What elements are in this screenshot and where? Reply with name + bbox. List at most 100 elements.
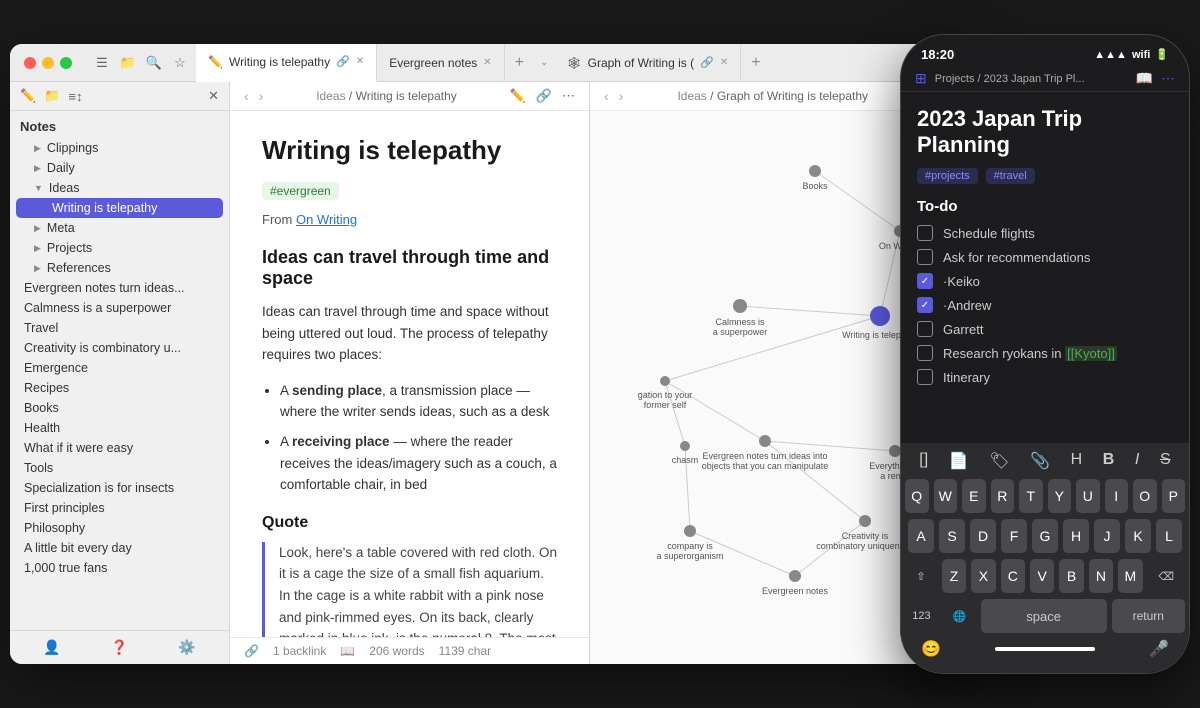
sidebar-help-icon[interactable]: ❓ [111, 639, 128, 656]
phone-todo-keiko[interactable]: ·Keiko [917, 273, 1173, 289]
sidebar-item-recipes[interactable]: Recipes [10, 378, 229, 398]
sidebar-item-travel[interactable]: Travel [10, 318, 229, 338]
phone-todo-itinerary[interactable]: Itinerary [917, 369, 1173, 385]
search-icon[interactable]: 🔍 [146, 55, 162, 71]
new-folder-icon[interactable]: 📁 [44, 88, 60, 104]
graph-node-evergreen-ideas[interactable]: Evergreen notes turn ideas intoobjects t… [702, 435, 829, 471]
key-u[interactable]: U [1076, 479, 1100, 513]
key-e[interactable]: E [962, 479, 986, 513]
tab-evergreen-notes[interactable]: Evergreen notes ✕ [377, 44, 504, 82]
phone-nav-grid-icon[interactable]: ⊞ [915, 70, 927, 87]
kb-toolbar-bold[interactable]: B [1097, 449, 1121, 473]
phone-todo-recommendations[interactable]: Ask for recommendations [917, 249, 1173, 265]
sidebar-item-emergence[interactable]: Emergence [10, 358, 229, 378]
note-forward-button[interactable]: › [259, 88, 264, 104]
sidebar-item-creativity[interactable]: Creativity is combinatory u... [10, 338, 229, 358]
kb-toolbar-h[interactable]: H [1065, 449, 1089, 473]
kb-toolbar-link[interactable]: 📎 [1024, 449, 1056, 473]
tab2-close[interactable]: ✕ [483, 57, 491, 68]
tab1-close[interactable]: ✕ [356, 56, 364, 67]
key-k[interactable]: K [1125, 519, 1151, 553]
key-delete[interactable]: ⌫ [1148, 559, 1186, 593]
key-a[interactable]: A [908, 519, 934, 553]
key-o[interactable]: O [1133, 479, 1157, 513]
phone-checkbox-ryokans[interactable] [917, 345, 933, 361]
sidebar-item-first-principles[interactable]: First principles [10, 498, 229, 518]
sidebar-item-projects[interactable]: ▶ Projects [10, 238, 229, 258]
key-h[interactable]: H [1063, 519, 1089, 553]
star-icon[interactable]: ☆ [172, 55, 188, 71]
sidebar-item-specialization[interactable]: Specialization is for insects [10, 478, 229, 498]
key-s[interactable]: S [939, 519, 965, 553]
key-v[interactable]: V [1030, 559, 1054, 593]
phone-checkbox-itinerary[interactable] [917, 369, 933, 385]
key-123[interactable]: 123 [905, 599, 938, 633]
sidebar-item-little-bit[interactable]: A little bit every day [10, 538, 229, 558]
key-shift[interactable]: ⇧ [905, 559, 937, 593]
minimize-button[interactable] [42, 57, 54, 69]
key-space[interactable]: space [981, 599, 1107, 633]
note-from-link[interactable]: On Writing [296, 212, 357, 227]
tab-overflow-button[interactable]: ⌄ [534, 57, 554, 68]
phone-nav-more-icon[interactable]: ⋯ [1161, 70, 1175, 87]
sidebar-item-whatif[interactable]: What if it were easy [10, 438, 229, 458]
key-p[interactable]: P [1162, 479, 1186, 513]
new-note-icon[interactable]: ✏️ [20, 88, 36, 104]
key-j[interactable]: J [1094, 519, 1120, 553]
sidebar-person-icon[interactable]: 👤 [43, 639, 60, 656]
phone-checkbox-keiko[interactable] [917, 273, 933, 289]
tab-writing-telepathy[interactable]: ✏️ Writing is telepathy 🔗 ✕ [196, 44, 377, 82]
kb-toolbar-tag[interactable]: 🏷 [983, 449, 1015, 473]
graph-breadcrumb-parent[interactable]: Ideas [677, 89, 706, 103]
key-w[interactable]: W [934, 479, 958, 513]
note-back-button[interactable]: ‹ [244, 88, 249, 104]
graph-node-evergreen-notes[interactable]: Evergreen notes [762, 570, 829, 596]
kb-toolbar-brackets[interactable]: [] [913, 449, 934, 473]
key-c[interactable]: C [1001, 559, 1025, 593]
phone-tag-projects[interactable]: #projects [917, 168, 978, 184]
key-n[interactable]: N [1089, 559, 1113, 593]
key-b[interactable]: B [1059, 559, 1083, 593]
phone-todo-andrew[interactable]: ·Andrew [917, 297, 1173, 313]
phone-tag-travel[interactable]: #travel [986, 168, 1035, 184]
key-q[interactable]: Q [905, 479, 929, 513]
key-globe[interactable]: 🌐 [943, 599, 976, 633]
kb-toolbar-doc[interactable]: 📄 [943, 449, 975, 473]
kb-toolbar-strikethrough[interactable]: S [1154, 449, 1177, 473]
key-x[interactable]: X [971, 559, 995, 593]
phone-checkbox-recommendations[interactable] [917, 249, 933, 265]
key-l[interactable]: L [1156, 519, 1182, 553]
close-button[interactable] [24, 57, 36, 69]
sidebar-item-ideas[interactable]: ▼ Ideas [10, 178, 229, 198]
key-t[interactable]: T [1019, 479, 1043, 513]
sidebar-settings-icon[interactable]: ⚙️ [178, 639, 195, 656]
folder-icon[interactable]: 📁 [120, 55, 136, 71]
sidebar-item-books[interactable]: Books [10, 398, 229, 418]
graph-back-button[interactable]: ‹ [604, 88, 609, 104]
sidebar-item-health[interactable]: Health [10, 418, 229, 438]
fullscreen-button[interactable] [60, 57, 72, 69]
key-y[interactable]: Y [1048, 479, 1072, 513]
sidebar-item-meta[interactable]: ▶ Meta [10, 218, 229, 238]
graph-node-navigation[interactable]: gation to yourformer self [638, 376, 693, 410]
key-g[interactable]: G [1032, 519, 1058, 553]
sort-icon[interactable]: ≡↕ [68, 89, 82, 104]
sidebar-item-philosophy[interactable]: Philosophy [10, 518, 229, 538]
tab3-close[interactable]: ✕ [720, 57, 728, 68]
graph-node-company-organism[interactable]: company isa superorganism [656, 525, 723, 561]
phone-todo-ryokans[interactable]: Research ryokans in [[Kyoto]] [917, 345, 1173, 361]
more-icon[interactable]: ⋯ [562, 88, 575, 104]
phone-nav-book-icon[interactable]: 📖 [1136, 70, 1153, 87]
graph-forward-button[interactable]: › [619, 88, 624, 104]
sidebar-item-true-fans[interactable]: 1,000 true fans [10, 558, 229, 578]
phone-mic-icon[interactable]: 🎤 [1149, 639, 1169, 659]
new-tab-button-2[interactable]: + [741, 54, 770, 72]
close-sidebar-icon[interactable]: ✕ [208, 88, 219, 104]
sidebar-item-evergreen-notes[interactable]: Evergreen notes turn ideas... [10, 278, 229, 298]
phone-checkbox-flights[interactable] [917, 225, 933, 241]
sidebar-item-tools[interactable]: Tools [10, 458, 229, 478]
sidebar-item-calmness[interactable]: Calmness is a superpower [10, 298, 229, 318]
new-tab-button[interactable]: + [505, 54, 534, 72]
sidebar-item-writing-telepathy[interactable]: Writing is telepathy [16, 198, 223, 218]
key-d[interactable]: D [970, 519, 996, 553]
